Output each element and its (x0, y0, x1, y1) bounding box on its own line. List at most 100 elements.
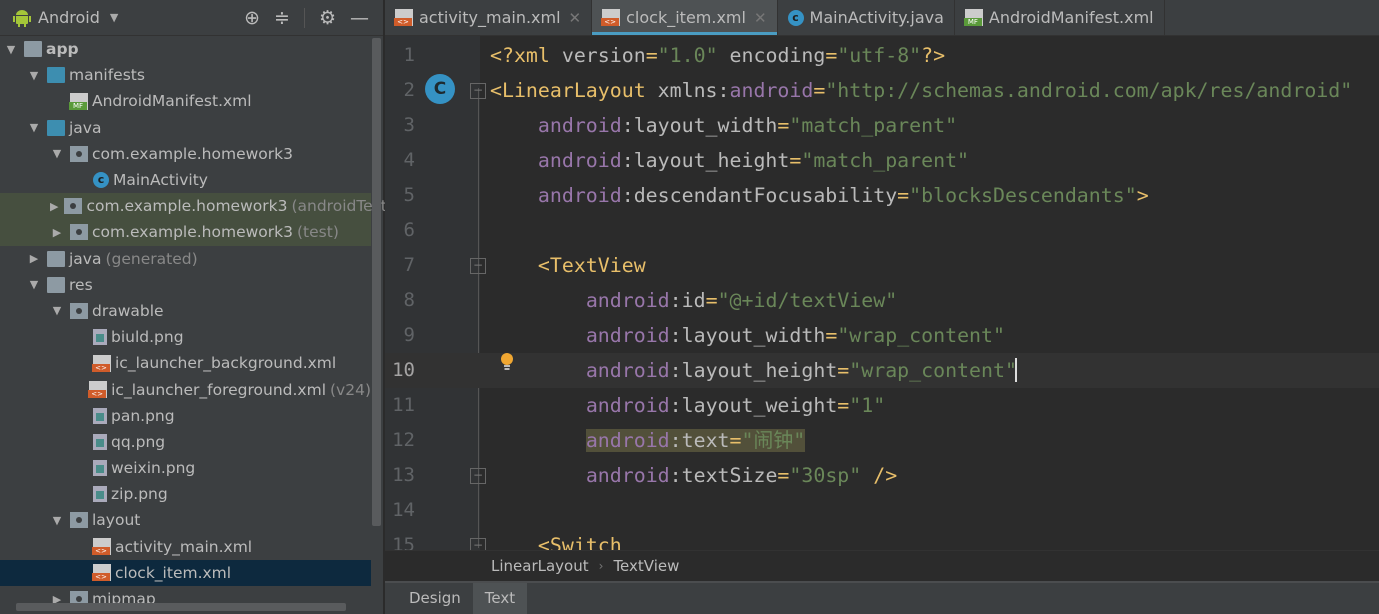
package-icon (64, 198, 83, 215)
module-folder-icon (24, 41, 42, 58)
tree-item[interactable]: ▼ layout (0, 507, 371, 533)
code-line[interactable]: 15 <Switch (385, 528, 1379, 550)
close-icon[interactable]: ✕ (754, 9, 767, 27)
fold-icon[interactable]: − (470, 258, 486, 274)
token-tag: > (1136, 184, 1149, 207)
tree-item-label: AndroidManifest.xml (92, 92, 252, 111)
chevron-down-icon[interactable]: ▼ (27, 69, 41, 82)
locate-icon[interactable]: ⊕ (244, 7, 260, 29)
horizontal-scrollbar[interactable] (16, 603, 346, 611)
tree-item[interactable]: c MainActivity (0, 167, 371, 193)
lightbulb-icon[interactable] (500, 353, 514, 371)
text-cursor (1015, 358, 1017, 382)
token-tag: = (645, 44, 658, 67)
xml-file-icon (92, 564, 111, 582)
token-tag: = (813, 79, 826, 102)
token-ns: android (585, 394, 670, 417)
close-icon[interactable]: ✕ (569, 9, 582, 27)
breadcrumb-item[interactable]: LinearLayout (491, 557, 589, 575)
tree-item[interactable]: ▶ com.example.homework3 (test) (0, 219, 371, 246)
line-number: 1 (403, 44, 415, 66)
chevron-down-icon[interactable]: ▼ (50, 304, 64, 317)
tree-item-label: com.example.homework3 (92, 144, 293, 163)
tree-item[interactable]: ic_launcher_background.xml (0, 350, 371, 376)
fold-icon[interactable]: − (470, 468, 486, 484)
token-tag: = (837, 394, 850, 417)
code-editor[interactable]: 1 <?xml version="1.0" encoding="utf-8"?> 2… (385, 36, 1379, 550)
chevron-right-icon[interactable]: ▶ (50, 226, 64, 239)
code-line[interactable]: 9 android:layout_width="wrap_content" (385, 318, 1379, 353)
tree-item[interactable]: AndroidManifest.xml (0, 88, 371, 114)
tree-item[interactable]: zip.png (0, 481, 371, 507)
tab-design[interactable]: Design (397, 583, 473, 614)
token-attr: version (561, 44, 646, 67)
tree-item[interactable]: biuld.png (0, 324, 371, 350)
chevron-down-icon[interactable]: ▼ (4, 43, 18, 56)
code-line[interactable]: 2 <LinearLayout xmlns:android="http://sch… (385, 73, 1379, 108)
token-tag: = (789, 149, 802, 172)
vertical-scrollbar[interactable] (372, 38, 381, 526)
tree-item[interactable]: ic_launcher_foreground.xml(v24) (0, 376, 371, 402)
code-text: android:layout_height="match_parent" (490, 143, 969, 178)
chevron-down-icon[interactable]: ▼ (27, 121, 41, 134)
tab-text[interactable]: Text (472, 583, 528, 614)
class-gutter-icon[interactable]: C (425, 74, 455, 104)
code-line[interactable]: 8 android:id="@+id/textView" (385, 283, 1379, 318)
tree-item[interactable]: ▼ drawable (0, 298, 371, 324)
gear-icon[interactable]: ⚙ (319, 7, 336, 29)
token-attr: :layout_width (669, 324, 826, 347)
fold-icon[interactable]: − (470, 538, 486, 550)
tree-item-suffix: (generated) (105, 249, 198, 268)
tree-item[interactable]: weixin.png (0, 455, 371, 481)
image-file-icon (93, 407, 107, 424)
fold-icon[interactable]: − (470, 83, 486, 99)
chevron-down-icon[interactable]: ▼ (110, 11, 118, 24)
tab-mainactivity-java[interactable]: c MainActivity.java (778, 0, 955, 35)
code-line[interactable]: 6 (385, 213, 1379, 248)
code-line[interactable]: 4 android:layout_height="match_parent" (385, 143, 1379, 178)
line-number: 14 (392, 499, 415, 521)
tab-clock_item-xml[interactable]: clock_item.xml ✕ (592, 0, 778, 35)
tree-item[interactable]: ▼ java (0, 115, 371, 141)
minimize-icon[interactable]: — (350, 7, 369, 29)
tree-item[interactable]: qq.png (0, 429, 371, 455)
tree-item[interactable]: activity_main.xml (0, 534, 371, 560)
tab-androidmanifest-xml[interactable]: AndroidManifest.xml (955, 0, 1165, 35)
code-line[interactable]: 14 (385, 493, 1379, 528)
token-ns: android (585, 359, 670, 382)
tree-item[interactable]: ▼ res (0, 272, 371, 298)
code-line[interactable]: 3 android:layout_width="match_parent" (385, 108, 1379, 143)
code-line[interactable]: 12 android:text="闹钟" (385, 423, 1379, 458)
project-panel: Android ▼ ⊕ ≑ ⚙ — ▼app▼manifests AndroidM… (0, 0, 393, 614)
tree-item[interactable]: clock_item.xml (0, 559, 371, 586)
collapse-all-icon[interactable]: ≑ (274, 7, 290, 29)
code-line[interactable]: 13 android:textSize="30sp" /> (385, 458, 1379, 493)
code-line[interactable]: 7 <TextView (385, 248, 1379, 283)
code-line[interactable]: 5 android:descendantFocusability="blocks… (385, 178, 1379, 213)
chevron-down-icon[interactable]: ▼ (27, 278, 41, 291)
tab-activity_main-xml[interactable]: activity_main.xml ✕ (385, 0, 593, 35)
code-line[interactable]: 10 android:layout_height="wrap_content" (385, 353, 1379, 388)
token-attr: :layout_weight (669, 394, 838, 417)
view-selector[interactable]: Android (38, 8, 100, 27)
token-attr: :id (669, 289, 706, 312)
tree-item[interactable]: pan.png (0, 403, 371, 429)
token-val: "1.0" (657, 44, 718, 67)
chevron-right-icon[interactable]: ▶ (50, 200, 58, 213)
code-line[interactable]: 11 android:layout_weight="1" (385, 388, 1379, 423)
xml-file-icon (601, 9, 621, 26)
chevron-right-icon[interactable]: ▶ (27, 252, 41, 265)
tree-item[interactable]: ▼ app (0, 36, 371, 62)
divider (303, 7, 305, 28)
tree-item[interactable]: ▼ manifests (0, 62, 371, 88)
code-line[interactable]: 1 <?xml version="1.0" encoding="utf-8"?> (385, 38, 1379, 73)
tree-item[interactable]: ▶ com.example.homework3 (androidTest) (0, 193, 393, 220)
tree-item[interactable]: ▶ java (generated) (0, 246, 371, 272)
chevron-down-icon[interactable]: ▼ (50, 514, 64, 527)
token-attr: encoding (717, 44, 826, 67)
chevron-down-icon[interactable]: ▼ (50, 147, 64, 160)
breadcrumb-item[interactable]: TextView (613, 557, 679, 575)
tree-item[interactable]: ▼ com.example.homework3 (0, 141, 371, 167)
